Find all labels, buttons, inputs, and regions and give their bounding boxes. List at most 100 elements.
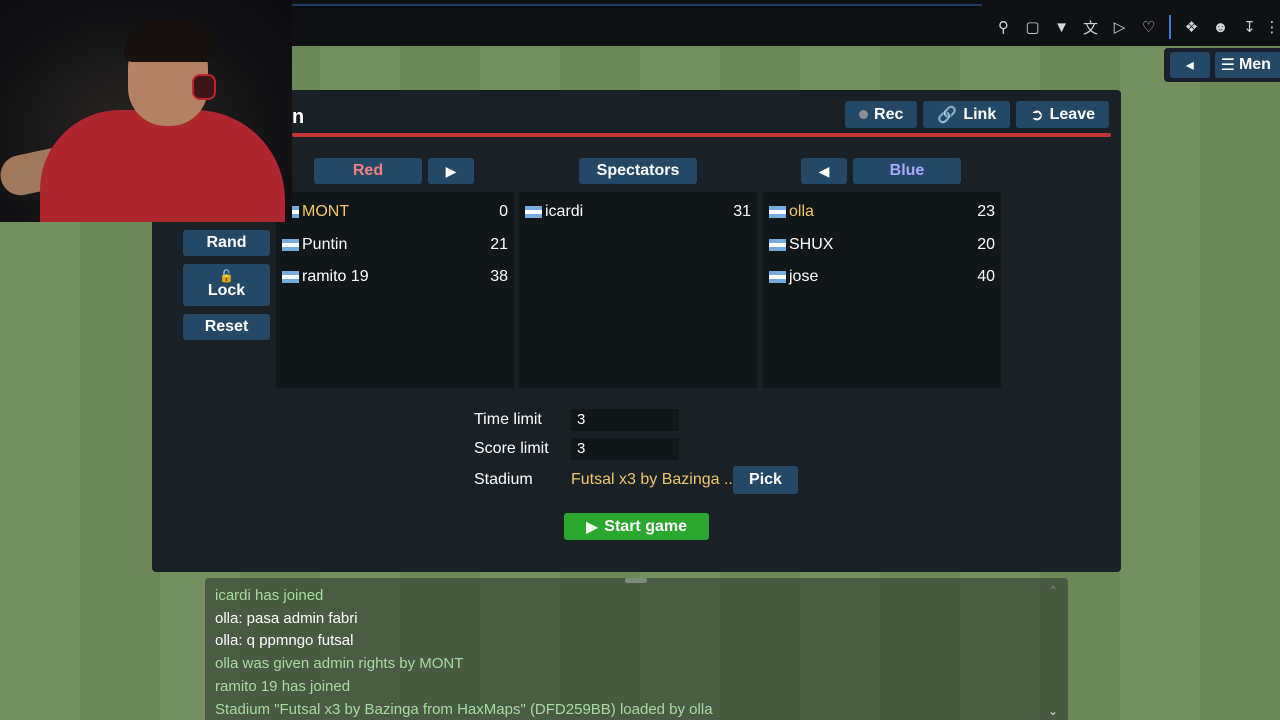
- player-ping: 31: [733, 203, 751, 221]
- score-limit-label: Score limit: [474, 439, 549, 457]
- chevron-down-icon[interactable]: ⌄: [1048, 704, 1058, 718]
- leave-button[interactable]: ➲ Leave: [1016, 101, 1109, 128]
- player-ping: 38: [490, 268, 508, 286]
- score-limit-input[interactable]: 3: [571, 437, 679, 460]
- chevron-up-icon[interactable]: ⌃: [1048, 584, 1058, 598]
- red-team-column: Red ▶ MONT 0 Puntin 21 ramito 19 38: [276, 158, 514, 388]
- chat-line: Stadium "Futsal x3 by Bazinga from HaxMa…: [215, 700, 713, 718]
- translate-icon[interactable]: 文: [1076, 14, 1105, 40]
- leave-label: Leave: [1049, 105, 1095, 123]
- player-name: SHUX: [789, 235, 834, 253]
- game-settings: Time limit 3 Score limit 3 Stadium Futsa…: [474, 405, 798, 497]
- chat-line: ramito 19 has joined: [215, 678, 351, 696]
- time-limit-input[interactable]: 3: [571, 408, 679, 431]
- rand-button[interactable]: Rand: [183, 230, 270, 256]
- player-name: MONT: [302, 203, 350, 221]
- rand-label: Rand: [206, 234, 247, 251]
- menu-button[interactable]: ☰ Men: [1214, 52, 1280, 78]
- headset-icon: [192, 74, 216, 100]
- stadium-row: Stadium Futsal x3 by Bazinga ... Pick: [474, 463, 798, 497]
- argentina-flag-icon: [769, 271, 786, 284]
- pocket-icon[interactable]: ▼: [1047, 14, 1076, 40]
- screenshot-icon[interactable]: ▢: [1018, 14, 1047, 40]
- pick-stadium-button[interactable]: Pick: [733, 466, 798, 494]
- stadium-name: Futsal x3 by Bazinga ...: [571, 471, 733, 488]
- argentina-flag-icon: [769, 238, 786, 251]
- lock-button[interactable]: 🔓 Lock: [183, 264, 270, 306]
- blue-team-label-text: Blue: [889, 162, 925, 179]
- pin-icon[interactable]: ⚲: [989, 14, 1018, 40]
- spectators-column: Spectators icardi 31: [519, 158, 757, 388]
- link-icon: 🔗: [937, 106, 958, 124]
- time-limit-row: Time limit 3: [474, 405, 798, 434]
- score-limit-row: Score limit 3: [474, 434, 798, 463]
- webcam-hair: [124, 20, 216, 62]
- red-team-label[interactable]: Red: [314, 158, 422, 184]
- chat-line: olla was given admin rights by MONT: [215, 655, 464, 673]
- player-ping: 40: [977, 268, 995, 286]
- reset-button[interactable]: Reset: [183, 314, 270, 340]
- player-row[interactable]: Puntin 21: [282, 229, 508, 262]
- spectators-header: Spectators: [519, 158, 757, 184]
- reset-label: Reset: [204, 318, 249, 335]
- room-actions: Rec 🔗 Link ➲ Leave: [845, 101, 1109, 128]
- red-player-list: MONT 0 Puntin 21 ramito 19 38: [276, 192, 514, 388]
- spectators-label[interactable]: Spectators: [579, 158, 697, 184]
- chat-resize-handle[interactable]: [625, 578, 647, 583]
- blue-team-label[interactable]: Blue: [853, 158, 961, 184]
- webcam-overlay: [0, 0, 292, 222]
- room-dialog: n Rec 🔗 Link ➲ Leave Rand 🔓 Lock Reset R…: [152, 90, 1121, 572]
- move-red-to-spectators-button[interactable]: ▶: [428, 158, 474, 184]
- player-ping: 21: [490, 235, 508, 253]
- heart-icon[interactable]: ♡: [1134, 14, 1163, 40]
- sound-toggle-button[interactable]: ◂: [1170, 52, 1210, 78]
- team-side-buttons: Rand 🔓 Lock Reset: [183, 230, 270, 348]
- profile-icon[interactable]: ☻: [1206, 14, 1235, 40]
- speaker-icon: ◂: [1185, 57, 1194, 74]
- player-name: Puntin: [302, 235, 348, 253]
- arrow-left-icon: ◀: [818, 162, 830, 179]
- spectators-label-text: Spectators: [596, 162, 680, 179]
- player-row[interactable]: ramito 19 38: [282, 261, 508, 294]
- chat-line: olla: q ppmngo futsal: [215, 632, 354, 650]
- player-row[interactable]: icardi 31: [525, 196, 751, 229]
- more-icon[interactable]: ⋮: [1264, 14, 1280, 40]
- browser-extension-icons: ⚲ ▢ ▼ 文 ▷ ♡ ❖ ☻ ↧ ⋮: [989, 14, 1280, 40]
- player-row[interactable]: MONT 0: [282, 196, 508, 229]
- player-name: ramito 19: [302, 268, 369, 286]
- argentina-flag-icon: [769, 206, 786, 219]
- lock-icon: 🔓: [219, 269, 234, 283]
- player-row[interactable]: jose 40: [769, 261, 995, 294]
- blue-player-list: olla 23 SHUX 20 jose 40: [763, 192, 1001, 388]
- room-title: n: [292, 106, 305, 128]
- player-ping: 23: [977, 203, 995, 221]
- time-limit-label: Time limit: [474, 410, 542, 428]
- link-label: Link: [963, 105, 997, 123]
- pick-label: Pick: [749, 471, 782, 488]
- toolbar-separator: [1169, 15, 1171, 39]
- player-name: icardi: [545, 203, 584, 221]
- chat-log[interactable]: ⌃ icardi has joined olla: pasa admin fab…: [205, 578, 1068, 720]
- extensions-icon[interactable]: ❖: [1177, 14, 1206, 40]
- play-icon: ▶: [585, 518, 599, 536]
- hamburger-icon: ☰: [1220, 57, 1235, 74]
- chat-line: icardi has joined: [215, 586, 324, 604]
- player-row[interactable]: olla 23: [769, 196, 995, 229]
- argentina-flag-icon: [282, 238, 299, 251]
- stadium-label: Stadium: [474, 471, 533, 488]
- rec-button[interactable]: Rec: [845, 101, 918, 128]
- start-game-button[interactable]: ▶ Start game: [564, 513, 709, 540]
- start-game-label: Start game: [604, 517, 687, 535]
- blue-team-column: ◀ Blue olla 23 SHUX 20 jose 40: [763, 158, 1001, 388]
- link-button[interactable]: 🔗 Link: [923, 101, 1011, 128]
- record-dot-icon: [859, 110, 869, 119]
- player-name: jose: [789, 268, 819, 286]
- move-blue-to-spectators-button[interactable]: ◀: [801, 158, 847, 184]
- player-row[interactable]: SHUX 20: [769, 229, 995, 262]
- player-ping: 0: [499, 203, 508, 221]
- player-ping: 20: [977, 235, 995, 253]
- play-icon[interactable]: ▷: [1105, 14, 1134, 40]
- download-icon[interactable]: ↧: [1235, 14, 1264, 40]
- toolbar-accent-line: [292, 4, 982, 6]
- webcam-shirt: [40, 110, 285, 222]
